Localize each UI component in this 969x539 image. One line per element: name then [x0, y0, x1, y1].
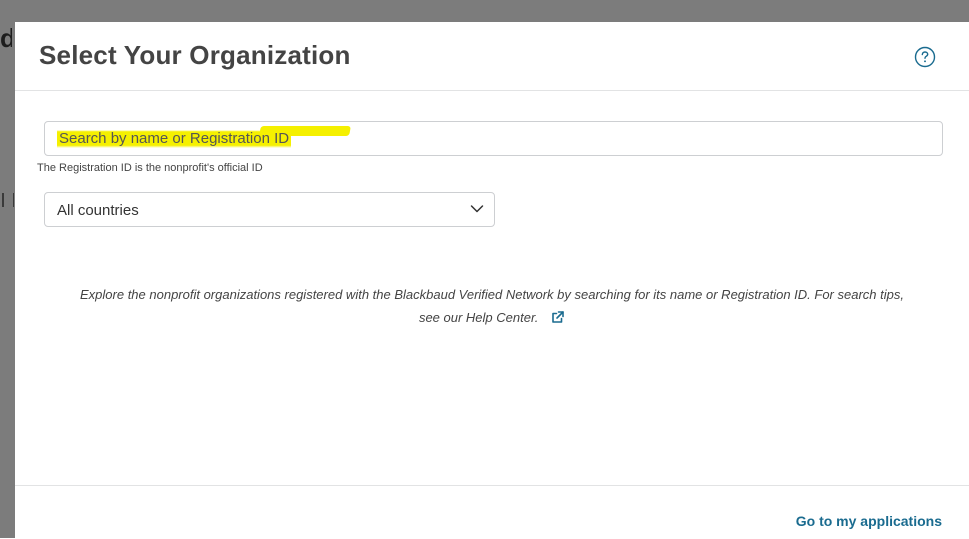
help-center-link[interactable]: see our Help Center. [419, 310, 538, 325]
background-logo-fragment: d [0, 28, 12, 48]
question-circle-icon [914, 46, 936, 68]
organization-search-input[interactable]: Search by name or Registration ID [44, 121, 943, 156]
search-placeholder: Search by name or Registration ID [57, 130, 292, 148]
country-select[interactable]: All countries [44, 192, 495, 227]
explore-description: Explore the nonprofit organizations regi… [45, 283, 939, 329]
country-select-value: All countries [57, 202, 139, 219]
go-to-my-applications-link[interactable]: Go to my applications [796, 513, 942, 529]
chevron-down-icon [470, 205, 484, 213]
background-icon-fragment [2, 193, 14, 207]
backdrop-overlay-left [0, 0, 15, 538]
modal-title: Select Your Organization [39, 40, 351, 70]
registration-id-helper-text: The Registration ID is the nonprofit's o… [37, 162, 263, 174]
modal-footer: Go to my applications [15, 485, 969, 539]
explore-text: Explore the nonprofit organizations regi… [80, 287, 904, 302]
modal-body: Search by name or Registration ID The Re… [15, 91, 969, 484]
modal-header: Select Your Organization [15, 22, 969, 91]
backdrop-overlay-top [0, 0, 969, 22]
external-link-icon[interactable] [550, 310, 565, 325]
help-button[interactable] [914, 46, 936, 68]
select-organization-modal: Select Your Organization Search by name … [15, 22, 969, 538]
